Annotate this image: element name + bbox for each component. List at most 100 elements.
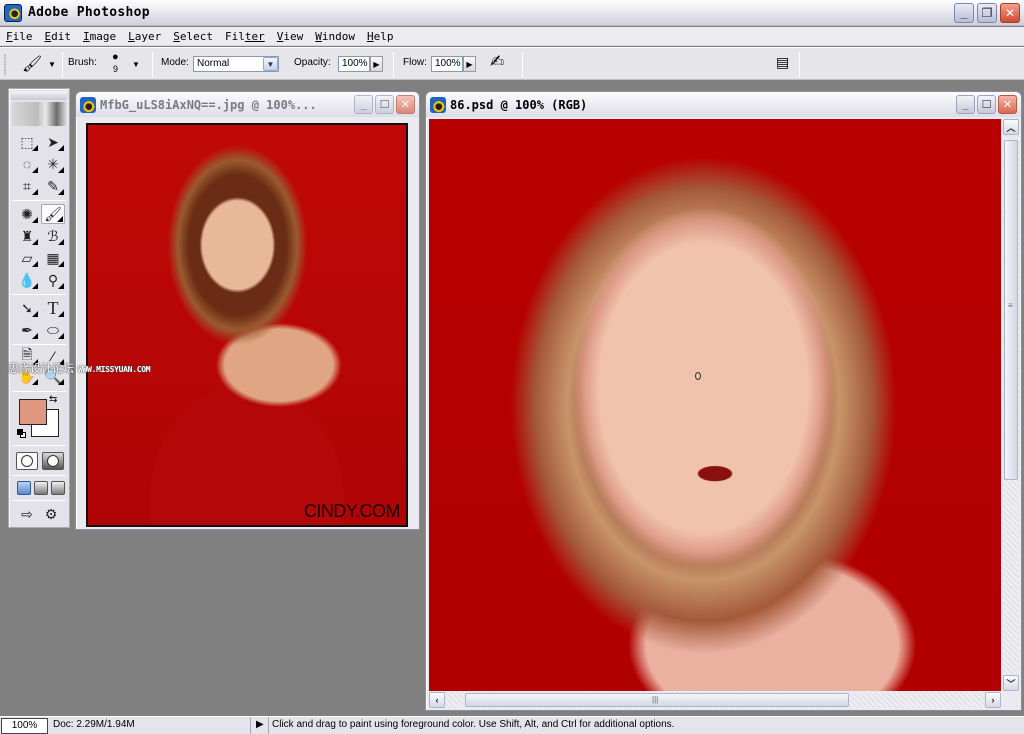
document-window-painting[interactable]: 86.psd @ 100% (RGB) _ ☐ ✕ ︿ ≡ ﹀ ‹ ||| › — [425, 91, 1022, 711]
quick-mask-mode-button[interactable] — [42, 452, 64, 470]
menu-view[interactable]: View — [271, 30, 310, 43]
options-separator — [522, 52, 523, 77]
opacity-slider-arrow-icon[interactable]: ▶ — [370, 56, 383, 72]
document-icon — [430, 96, 446, 113]
brush-tool-icon[interactable]: 🖌 — [41, 204, 65, 224]
crop-tool-icon[interactable]: ⌗ — [15, 176, 39, 196]
type-tool-icon[interactable]: T — [41, 298, 65, 318]
ellipse-tool-icon[interactable]: ⬭ — [41, 320, 65, 340]
scroll-left-button[interactable]: ‹ — [429, 692, 445, 708]
brush-tip-icon[interactable]: ● — [112, 51, 119, 63]
gradient-tool-icon[interactable]: ▦ — [41, 248, 65, 268]
photo-canvas[interactable]: CINDY.COM — [86, 123, 408, 527]
standard-mode-icon — [21, 455, 33, 467]
swap-colors-icon[interactable]: ⇆ — [49, 394, 57, 405]
mode-dropdown-icon[interactable]: ▼ — [263, 57, 278, 71]
lasso-tool-icon[interactable]: ◌ — [15, 154, 39, 174]
zoom-level-input[interactable]: 100% — [1, 718, 48, 734]
dodge-tool-icon[interactable]: ⚲ — [41, 270, 65, 290]
path-selection-tool-icon[interactable]: ➘ — [15, 298, 39, 318]
flow-slider-arrow-icon[interactable]: ▶ — [463, 56, 476, 72]
horizontal-scroll-thumb[interactable]: ||| — [465, 693, 849, 707]
document-maximize-button[interactable]: ☐ — [977, 95, 996, 114]
imageready-icon[interactable]: ⚙ — [39, 504, 63, 524]
eraser-tool-icon[interactable]: ▱ — [15, 248, 39, 268]
menu-window[interactable]: Window — [309, 30, 361, 43]
toolbox-separator — [12, 500, 66, 501]
toolbox-separator — [12, 344, 66, 345]
status-bar: 100% Doc: 2.29M/1.94M ▶ Click and drag t… — [0, 716, 1024, 734]
document-titlebar[interactable]: MfbG_uLS8iAxNQ==.jpg @ 100%... _ ☐ ✕ — [76, 92, 419, 117]
adobe-online-feather-icon[interactable] — [12, 102, 68, 126]
toolbox-separator — [12, 294, 66, 295]
pen-tool-icon[interactable]: ✒ — [15, 320, 39, 340]
brush-label: Brush: — [68, 57, 97, 68]
toolbox-separator — [12, 200, 66, 201]
history-brush-tool-icon[interactable]: ℬ — [41, 226, 65, 246]
document-close-button[interactable]: ✕ — [396, 95, 415, 114]
scroll-down-button[interactable]: ﹀ — [1003, 675, 1019, 691]
opacity-input[interactable]: 100% — [338, 56, 370, 72]
vertical-scrollbar[interactable]: ︿ ≡ ﹀ — [1003, 119, 1019, 691]
foreground-color-swatch[interactable] — [19, 399, 47, 425]
rectangular-marquee-tool-icon[interactable]: ⬚ — [15, 132, 39, 152]
menu-edit[interactable]: Edit — [39, 30, 78, 43]
document-icon — [80, 96, 96, 113]
scroll-right-button[interactable]: › — [985, 692, 1001, 708]
vertical-scroll-thumb[interactable]: ≡ — [1004, 140, 1018, 480]
photo-caption: CINDY.COM — [303, 501, 401, 521]
options-separator — [799, 52, 800, 77]
toolbox-separator — [12, 445, 66, 446]
thumb-grip-icon: ||| — [652, 695, 659, 704]
status-separator — [250, 717, 251, 734]
app-titlebar: Adobe Photoshop _ ❐ ✕ — [0, 0, 1024, 26]
scroll-up-button[interactable]: ︿ — [1003, 119, 1019, 135]
move-tool-icon[interactable]: ➤ — [41, 132, 65, 152]
status-menu-arrow-icon[interactable]: ▶ — [256, 719, 264, 730]
flow-input[interactable]: 100% — [431, 56, 463, 72]
toolbox-drag-handle[interactable] — [11, 91, 67, 100]
magic-wand-tool-icon[interactable]: ✳ — [41, 154, 65, 174]
file-browser-icon[interactable]: ▤ — [776, 54, 789, 71]
painting-canvas[interactable] — [429, 119, 1001, 691]
standard-mode-button[interactable] — [16, 452, 38, 470]
standard-screen-mode-button[interactable] — [17, 481, 31, 495]
minimize-button[interactable]: _ — [954, 3, 974, 23]
watermark-url: WWW.MISSYUAN.COM — [78, 365, 151, 374]
close-button[interactable]: ✕ — [1000, 3, 1020, 23]
menu-layer[interactable]: Layer — [122, 30, 167, 43]
brush-size-value: 9 — [113, 64, 119, 74]
document-minimize-button[interactable]: _ — [354, 95, 373, 114]
clone-stamp-tool-icon[interactable]: ♜ — [15, 226, 39, 246]
menu-filter[interactable]: Filter — [219, 30, 271, 43]
default-colors-icon[interactable] — [17, 429, 26, 438]
restore-button[interactable]: ❐ — [977, 3, 997, 23]
document-minimize-button[interactable]: _ — [956, 95, 975, 114]
blur-tool-icon[interactable]: 💧 — [15, 270, 39, 290]
menu-select[interactable]: Select — [167, 30, 219, 43]
menu-image[interactable]: Image — [77, 30, 122, 43]
document-maximize-button[interactable]: ☐ — [375, 95, 394, 114]
document-titlebar[interactable]: 86.psd @ 100% (RGB) _ ☐ ✕ — [426, 92, 1021, 117]
status-message: Click and drag to paint using foreground… — [272, 719, 675, 730]
brush-picker-dropdown-icon[interactable]: ▼ — [132, 60, 140, 69]
menu-file[interactable]: File — [0, 30, 39, 43]
slice-tool-icon[interactable]: ✎ — [41, 176, 65, 196]
airbrush-icon[interactable]: ✍ — [490, 52, 504, 72]
mode-label: Mode: — [161, 57, 189, 68]
horizontal-scrollbar[interactable]: ‹ ||| › — [429, 692, 1001, 708]
full-screen-mode-button[interactable] — [51, 481, 65, 495]
document-title: MfbG_uLS8iAxNQ==.jpg @ 100%... — [100, 97, 317, 112]
healing-brush-tool-icon[interactable]: ✺ — [15, 204, 39, 224]
full-screen-menu-mode-button[interactable] — [34, 481, 48, 495]
jump-to-imageready-icon[interactable]: ⇨ — [15, 504, 39, 524]
document-window-photo[interactable]: MfbG_uLS8iAxNQ==.jpg @ 100%... _ ☐ ✕ CIN… — [75, 91, 420, 530]
photoshop-app-icon[interactable] — [4, 3, 22, 22]
options-bar-grip[interactable] — [4, 54, 6, 76]
tool-preset-dropdown-icon[interactable]: ▼ — [48, 60, 56, 69]
document-close-button[interactable]: ✕ — [998, 95, 1017, 114]
menu-help[interactable]: Help — [361, 30, 400, 43]
document-title: 86.psd @ 100% (RGB) — [450, 97, 588, 112]
tool-preset-brush-icon[interactable]: 🖌 — [22, 54, 42, 74]
options-separator — [62, 52, 63, 77]
